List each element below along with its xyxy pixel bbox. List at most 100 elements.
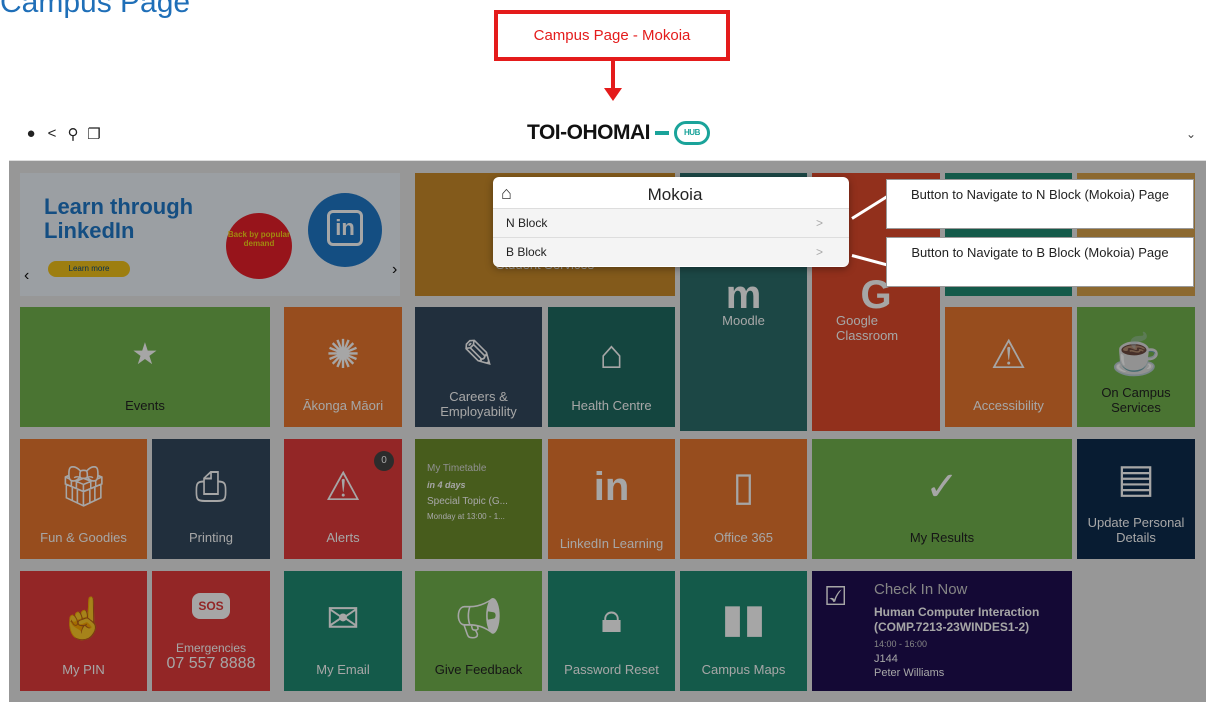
id-card-icon: ▤ xyxy=(1117,457,1155,501)
printer-icon: ⎙ xyxy=(195,465,227,509)
tile-my-timetable[interactable]: My Timetable in 4 days Special Topic (G.… xyxy=(415,439,542,559)
search-icon[interactable]: ⚲ xyxy=(65,125,81,143)
banner-prev-icon[interactable]: ‹ xyxy=(24,267,29,285)
campus-page-callout: Campus Page - Mokoia xyxy=(494,10,730,61)
chevron-down-icon[interactable]: ⌄ xyxy=(1186,127,1196,141)
annotation-text: Button to Navigate to N Block (Mokoia) P… xyxy=(911,187,1169,202)
tile-akonga-maori[interactable]: ✺ Ākonga Māori xyxy=(284,307,402,427)
tile-careers[interactable]: ✎ Careers & Employability xyxy=(415,307,542,427)
brand-name: TOI-OHOMAI xyxy=(527,121,650,144)
linkedin-logo-text: in xyxy=(327,210,363,246)
tile-label: My Email xyxy=(316,662,370,677)
sos-icon: SOS xyxy=(192,593,230,619)
copy-icon[interactable]: ❐ xyxy=(86,125,102,143)
tile-label: Events xyxy=(125,398,165,413)
brand-dash xyxy=(654,131,669,135)
linkedin-banner[interactable]: Learn through LinkedIn Learn more Back b… xyxy=(20,173,400,296)
tile-give-feedback[interactable]: 📢︎ Give Feedback xyxy=(415,571,542,691)
chevron-right-icon: > xyxy=(815,245,823,259)
tile-emergencies[interactable]: SOS Emergencies 07 557 8888 xyxy=(152,571,270,691)
tile-label: My PIN xyxy=(62,662,105,677)
tile-label: Google Classroom xyxy=(836,313,899,343)
banner-next-icon[interactable]: › xyxy=(392,261,397,279)
banner-title-line2: LinkedIn xyxy=(44,218,135,243)
tile-campus-maps[interactable]: ▮▮ Campus Maps xyxy=(680,571,807,691)
lock-icon: 🔒︎ xyxy=(600,597,623,641)
tile-label: Give Feedback xyxy=(434,662,523,677)
callout-arrow-line xyxy=(611,61,615,91)
tile-label: Office 365 xyxy=(713,530,774,545)
map-icon: ▮▮ xyxy=(721,597,766,641)
emergencies-label: Emergencies xyxy=(175,641,247,655)
brand-logo[interactable]: TOI-OHOMAI HUB xyxy=(527,121,710,145)
popup-item-b-block[interactable]: B Block > xyxy=(493,237,849,266)
popup-title: Mokoia xyxy=(647,185,703,204)
campus-popup: ⌂ Mokoia N Block > B Block > xyxy=(493,177,849,267)
tile-check-in[interactable]: ☑ Check In Now Human Computer Interactio… xyxy=(812,571,1072,691)
tile-update-details[interactable]: ▤ Update Personal Details xyxy=(1077,439,1195,559)
popup-item-label: B Block xyxy=(506,245,547,259)
top-bar: ● < ⚲ ❐ TOI-OHOMAI HUB ⌄ xyxy=(9,107,1206,161)
tile-accessibility[interactable]: ⚠ Accessibility xyxy=(945,307,1072,427)
emergency-phone: 07 557 8888 xyxy=(166,655,256,672)
tile-label: Update Personal Details xyxy=(1087,515,1185,545)
linkedin-logo-icon: in xyxy=(308,193,382,267)
tile-office-365[interactable]: ▯ Office 365 xyxy=(680,439,807,559)
tile-my-email[interactable]: ✉ My Email xyxy=(284,571,402,691)
gift-icon: 🎁︎ xyxy=(58,465,109,509)
tile-alerts[interactable]: ⚠ 0 Alerts xyxy=(284,439,402,559)
checkin-course: Human Computer Interaction (COMP.7213-23… xyxy=(874,605,1040,634)
hub-badge: HUB xyxy=(673,121,710,145)
tile-label: On Campus Services xyxy=(1101,385,1171,415)
top-icons: ● < ⚲ ❐ xyxy=(23,125,102,143)
tile-events[interactable]: ★ Events xyxy=(20,307,270,427)
callout-arrow-head xyxy=(604,88,622,101)
checkin-lecturer: Peter Williams xyxy=(874,667,945,679)
warning-icon: ⚠ xyxy=(325,465,361,509)
tile-label: Accessibility xyxy=(973,398,1044,413)
chevron-right-icon: > xyxy=(815,216,823,230)
tile-my-results[interactable]: ✓ My Results xyxy=(812,439,1072,559)
tile-label: Health Centre xyxy=(571,398,652,413)
calendar-check-icon: ☑ xyxy=(824,581,848,611)
tile-label: Alerts xyxy=(326,530,360,545)
alerts-count-badge: 0 xyxy=(374,451,394,471)
tile-label: Moodle xyxy=(722,313,765,328)
timetable-title: My Timetable xyxy=(427,463,487,474)
annotation-n-block: Button to Navigate to N Block (Mokoia) P… xyxy=(886,179,1194,229)
calendar-star-icon: ★ xyxy=(131,338,159,371)
health-icon: ⌂ xyxy=(599,333,624,377)
popup-item-n-block[interactable]: N Block > xyxy=(493,208,849,237)
tile-label: Ākonga Māori xyxy=(302,398,384,413)
linkedin-icon: in xyxy=(593,465,630,509)
coffee-icon: ☕ xyxy=(1111,333,1161,377)
email-icon: ✉ xyxy=(326,597,360,641)
learn-more-button[interactable]: Learn more xyxy=(48,261,130,277)
share-icon[interactable]: < xyxy=(44,125,60,143)
tile-password-reset[interactable]: 🔒︎ Password Reset xyxy=(548,571,675,691)
timetable-when: in 4 days xyxy=(427,480,466,490)
tile-label: Password Reset xyxy=(564,662,659,677)
tile-health-centre[interactable]: ⌂ Health Centre xyxy=(548,307,675,427)
tile-fun-goodies[interactable]: 🎁︎ Fun & Goodies xyxy=(20,439,147,559)
moodle-icon: m xyxy=(725,273,762,317)
results-check-icon: ✓ xyxy=(925,465,959,509)
annotation-b-block: Button to Navigate to B Block (Mokoia) P… xyxy=(886,237,1194,287)
checkin-time: 14:00 - 16:00 xyxy=(874,639,928,649)
document-title: Campus Page xyxy=(0,0,191,19)
tile-printing[interactable]: ⎙ Printing xyxy=(152,439,270,559)
tile-linkedin-learning[interactable]: in LinkedIn Learning xyxy=(548,439,675,559)
popular-demand-seal: Back by popular demand xyxy=(226,213,292,279)
maori-pattern-icon: ✺ xyxy=(326,333,360,377)
timetable-subject: Special Topic (G... xyxy=(427,496,508,507)
tile-label: Printing xyxy=(188,530,234,545)
tile-on-campus-services[interactable]: ☕ On Campus Services xyxy=(1077,307,1195,427)
tile-label: LinkedIn Learning xyxy=(559,536,664,551)
chat-icon[interactable]: ● xyxy=(23,125,39,143)
tile-label: My Results xyxy=(909,530,975,545)
keypad-icon: ☝ xyxy=(58,597,109,641)
callout-text: Campus Page - Mokoia xyxy=(533,27,691,44)
careers-icon: ✎ xyxy=(461,333,496,377)
tile-my-pin[interactable]: ☝ My PIN xyxy=(20,571,147,691)
accessibility-icon: ⚠ xyxy=(990,333,1027,377)
